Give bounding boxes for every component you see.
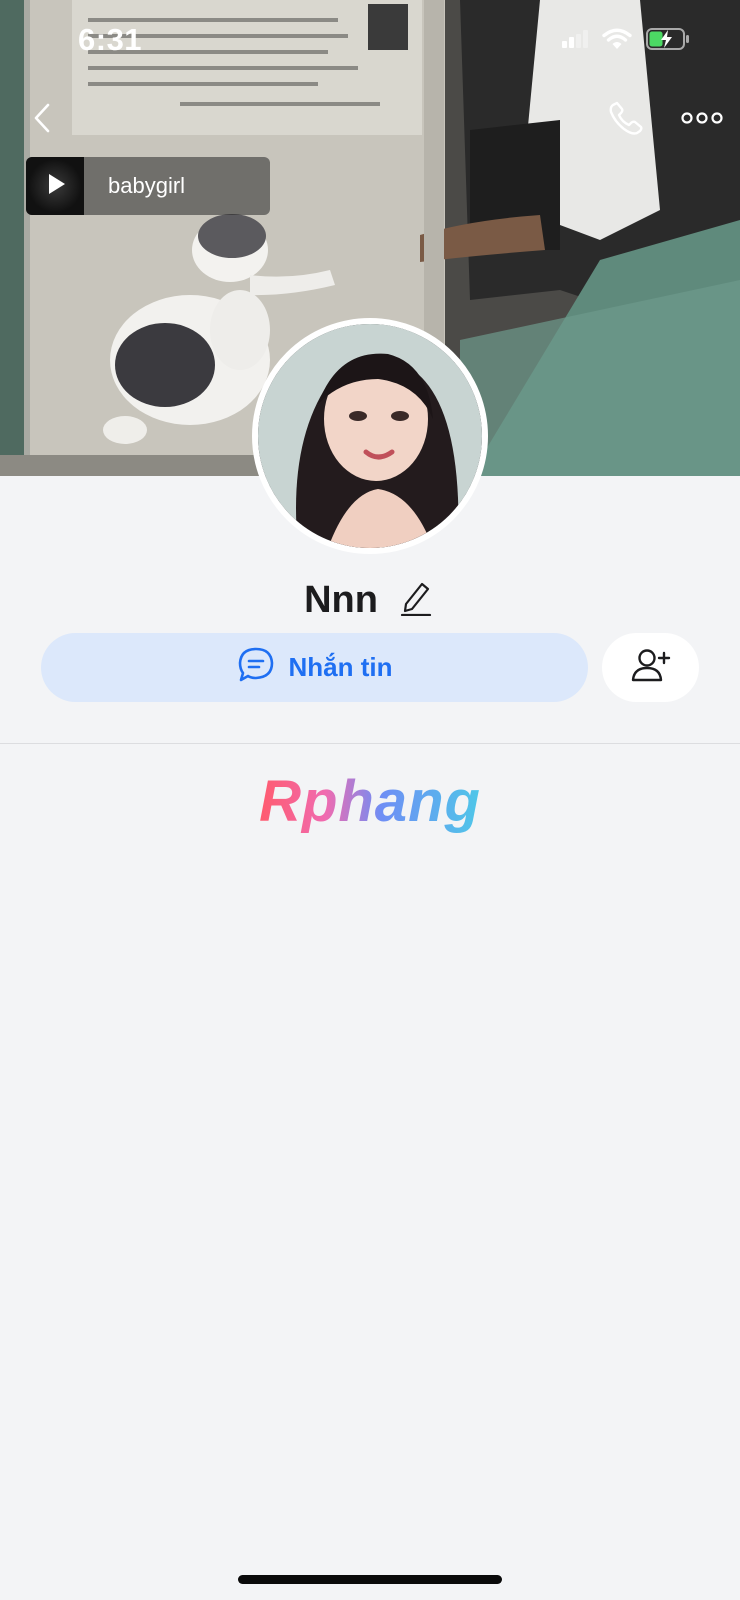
- profile-name: Nnn: [304, 578, 378, 621]
- home-indicator: [238, 1575, 502, 1584]
- back-button[interactable]: [22, 96, 62, 144]
- status-icons: [562, 28, 690, 55]
- chevron-left-icon: [32, 102, 52, 139]
- phone-icon: [608, 100, 644, 141]
- play-icon: [40, 169, 70, 204]
- profile-music-chip[interactable]: babygirl: [26, 157, 270, 215]
- more-horizontal-icon: [681, 111, 723, 130]
- wifi-icon: [602, 28, 632, 55]
- cellular-signal-icon: [562, 30, 588, 53]
- call-button[interactable]: [602, 96, 650, 144]
- user-plus-icon: [631, 647, 671, 688]
- music-thumbnail: [26, 157, 84, 215]
- add-friend-button[interactable]: [602, 633, 699, 702]
- profile-name-row: Nnn: [0, 574, 740, 626]
- section-divider: [0, 743, 740, 744]
- chat-bubble-icon: [237, 646, 275, 689]
- music-title: babygirl: [108, 173, 186, 198]
- profile-avatar[interactable]: [252, 318, 488, 554]
- watermark-logo-text: Rphang: [259, 769, 481, 834]
- top-navigation: [0, 92, 740, 148]
- watermark: Rphang: [0, 768, 740, 835]
- status-bar: 6:31: [0, 0, 740, 84]
- pencil-icon: [400, 580, 432, 621]
- more-options-button[interactable]: [676, 96, 728, 144]
- status-time: 6:31: [78, 22, 143, 57]
- avatar-image: [258, 324, 482, 548]
- edit-name-button[interactable]: [396, 580, 436, 620]
- message-button[interactable]: Nhắn tin: [41, 633, 588, 702]
- message-button-label: Nhắn tin: [288, 652, 393, 682]
- battery-charging-icon: [646, 28, 690, 55]
